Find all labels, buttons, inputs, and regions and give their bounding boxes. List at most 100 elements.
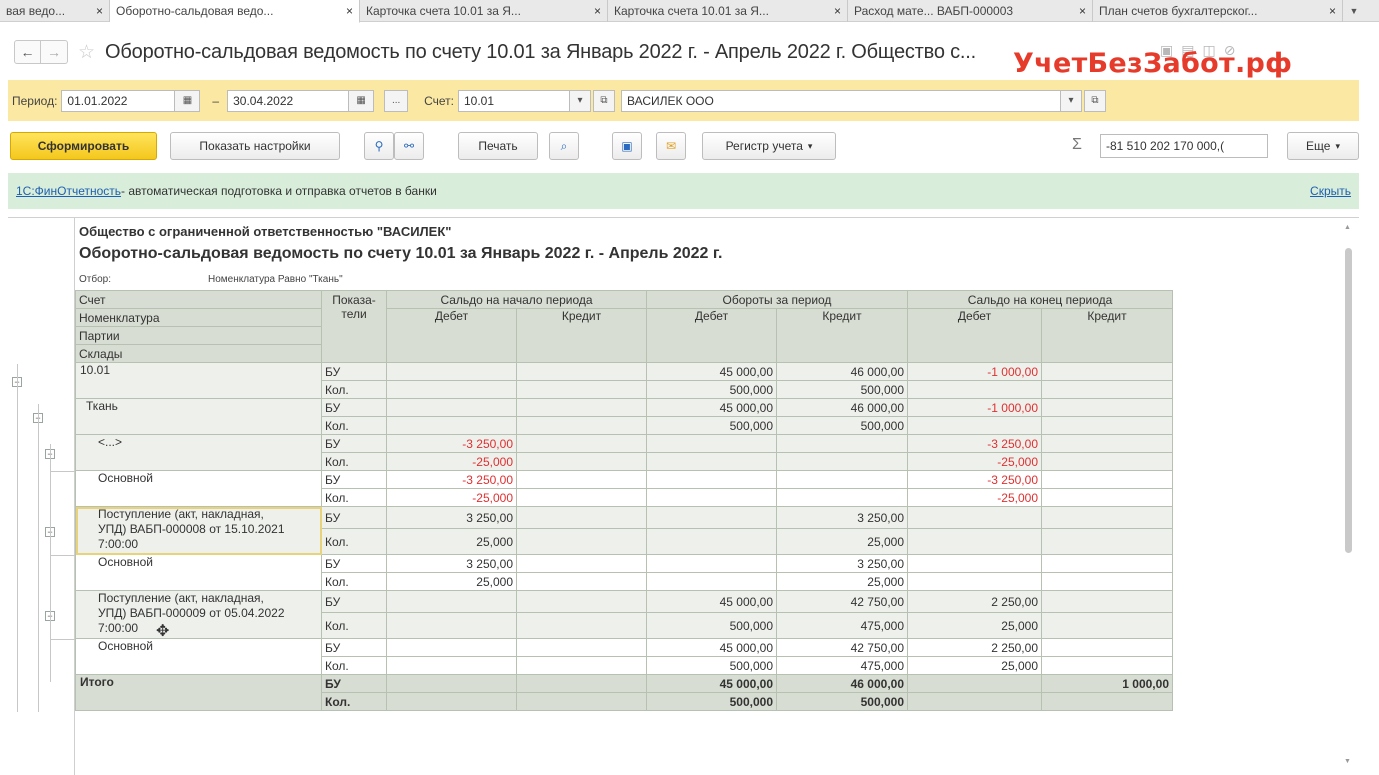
- row-value[interactable]: [907, 416, 1042, 435]
- row-value[interactable]: [1041, 506, 1173, 529]
- sum-field[interactable]: -81 510 202 170 000,(: [1100, 134, 1268, 158]
- row-value[interactable]: 25,000: [386, 528, 517, 555]
- row-value[interactable]: 3 250,00: [386, 506, 517, 529]
- table-row[interactable]: Ткань БУ 45 000,00 46 000,00 -1 000,00: [75, 398, 1173, 435]
- row-value[interactable]: [516, 506, 647, 529]
- row-value[interactable]: [907, 506, 1042, 529]
- row-value[interactable]: [386, 656, 517, 675]
- table-row[interactable]: Основной БУ 45 000,00 42 750,00 2 250,00: [75, 638, 1173, 675]
- row-value[interactable]: [516, 488, 647, 507]
- row-value[interactable]: [516, 554, 647, 573]
- row-indicator[interactable]: БУ: [321, 470, 387, 489]
- row-indicator[interactable]: Кол.: [321, 656, 387, 675]
- tab-3[interactable]: Карточка счета 10.01 за Я... ×: [360, 0, 608, 22]
- forward-button[interactable]: →: [41, 40, 68, 64]
- total-value[interactable]: 1 000,00: [1041, 674, 1173, 693]
- tab-1[interactable]: вая ведо... ×: [0, 0, 110, 22]
- total-value[interactable]: 46 000,00: [776, 674, 908, 693]
- table-row[interactable]: <...> БУ -3 250,00 -3 250,00: [75, 434, 1173, 471]
- row-value[interactable]: 500,000: [646, 416, 777, 435]
- row-value[interactable]: [516, 380, 647, 399]
- search-button[interactable]: ⚲: [364, 132, 394, 160]
- period-from-field[interactable]: 01.01.2022: [61, 89, 176, 112]
- total-value[interactable]: [386, 692, 517, 711]
- row-value[interactable]: [907, 380, 1042, 399]
- row-indicator[interactable]: БУ: [321, 554, 387, 573]
- row-indicator[interactable]: Кол.: [321, 528, 387, 555]
- table-row[interactable]: 10.01 БУ 45 000,00 46 000,00 -1 000,00: [75, 362, 1173, 399]
- save-button[interactable]: ▣: [612, 132, 642, 160]
- row-value[interactable]: [1041, 554, 1173, 573]
- row-value[interactable]: 500,000: [776, 416, 908, 435]
- row-value[interactable]: [646, 488, 777, 507]
- row-indicator[interactable]: Кол.: [321, 380, 387, 399]
- row-name[interactable]: 10.01: [75, 362, 322, 399]
- row-value[interactable]: 45 000,00: [646, 398, 777, 417]
- tab-2[interactable]: Оборотно-сальдовая ведо... ×: [110, 0, 360, 23]
- row-name[interactable]: Поступление (акт, накладная, УПД) ВАБП-0…: [75, 506, 322, 555]
- row-value[interactable]: [386, 362, 517, 381]
- row-value[interactable]: -25,000: [907, 488, 1042, 507]
- row-value[interactable]: -3 250,00: [907, 470, 1042, 489]
- vertical-scrollbar[interactable]: ▲ ▼: [1338, 218, 1359, 775]
- row-value[interactable]: -1 000,00: [907, 398, 1042, 417]
- row-value[interactable]: 46 000,00: [776, 362, 908, 381]
- row-value[interactable]: [1041, 612, 1173, 639]
- close-icon[interactable]: ×: [96, 4, 103, 18]
- total-value[interactable]: [1041, 692, 1173, 711]
- total-indicator[interactable]: БУ: [321, 674, 387, 693]
- header-debit[interactable]: Дебет: [386, 308, 517, 363]
- row-value[interactable]: 3 250,00: [386, 554, 517, 573]
- header-indicators[interactable]: Показа- тели: [321, 290, 387, 363]
- row-indicator[interactable]: БУ: [321, 590, 387, 613]
- row-value[interactable]: 3 250,00: [776, 554, 908, 573]
- calendar-from-button[interactable]: ▦: [174, 89, 201, 112]
- header-credit[interactable]: Кредит: [516, 308, 647, 363]
- row-value[interactable]: [776, 470, 908, 489]
- header-debit[interactable]: Дебет: [907, 308, 1042, 363]
- total-value[interactable]: 500,000: [646, 692, 777, 711]
- row-value[interactable]: 25,000: [776, 572, 908, 591]
- row-value[interactable]: 500,000: [646, 656, 777, 675]
- row-name[interactable]: Ткань: [75, 398, 322, 435]
- row-value[interactable]: [516, 572, 647, 591]
- row-value[interactable]: [1041, 572, 1173, 591]
- row-name[interactable]: Основной: [75, 638, 322, 675]
- row-value[interactable]: [776, 452, 908, 471]
- tab-5[interactable]: Расход мате... ВАБП-000003 ×: [848, 0, 1093, 22]
- finreport-link[interactable]: 1С:ФинОтчетность: [16, 184, 121, 198]
- header-nomenclature[interactable]: Номенклатура: [75, 308, 322, 327]
- row-value[interactable]: [646, 434, 777, 453]
- row-value[interactable]: -25,000: [386, 452, 517, 471]
- row-value[interactable]: [776, 434, 908, 453]
- search-clear-button[interactable]: ⚯: [394, 132, 424, 160]
- row-value[interactable]: [1041, 416, 1173, 435]
- row-value[interactable]: 500,000: [776, 380, 908, 399]
- header-turnover[interactable]: Обороты за период: [646, 290, 908, 309]
- header-debit[interactable]: Дебет: [646, 308, 777, 363]
- show-settings-button[interactable]: Показать настройки: [170, 132, 340, 160]
- total-value[interactable]: 45 000,00: [646, 674, 777, 693]
- row-value[interactable]: 25,000: [907, 656, 1042, 675]
- row-value[interactable]: 42 750,00: [776, 638, 908, 657]
- total-value[interactable]: [907, 692, 1042, 711]
- favorite-star-icon[interactable]: ☆: [78, 41, 95, 64]
- row-value[interactable]: -3 250,00: [907, 434, 1042, 453]
- total-value[interactable]: [386, 674, 517, 693]
- row-indicator[interactable]: БУ: [321, 506, 387, 529]
- total-value[interactable]: [516, 674, 647, 693]
- row-value[interactable]: 500,000: [646, 612, 777, 639]
- row-value[interactable]: [1041, 380, 1173, 399]
- row-value[interactable]: 500,000: [646, 380, 777, 399]
- total-indicator[interactable]: Кол.: [321, 692, 387, 711]
- period-more-button[interactable]: ...: [384, 89, 409, 112]
- total-value[interactable]: 500,000: [776, 692, 908, 711]
- row-value[interactable]: 45 000,00: [646, 362, 777, 381]
- row-value[interactable]: 2 250,00: [907, 638, 1042, 657]
- tabs-menu-icon[interactable]: ▼: [1343, 0, 1365, 21]
- row-value[interactable]: [1041, 452, 1173, 471]
- row-value[interactable]: [516, 656, 647, 675]
- row-indicator[interactable]: БУ: [321, 434, 387, 453]
- total-value[interactable]: [907, 674, 1042, 693]
- account-dropdown-button[interactable]: ▾: [569, 89, 591, 112]
